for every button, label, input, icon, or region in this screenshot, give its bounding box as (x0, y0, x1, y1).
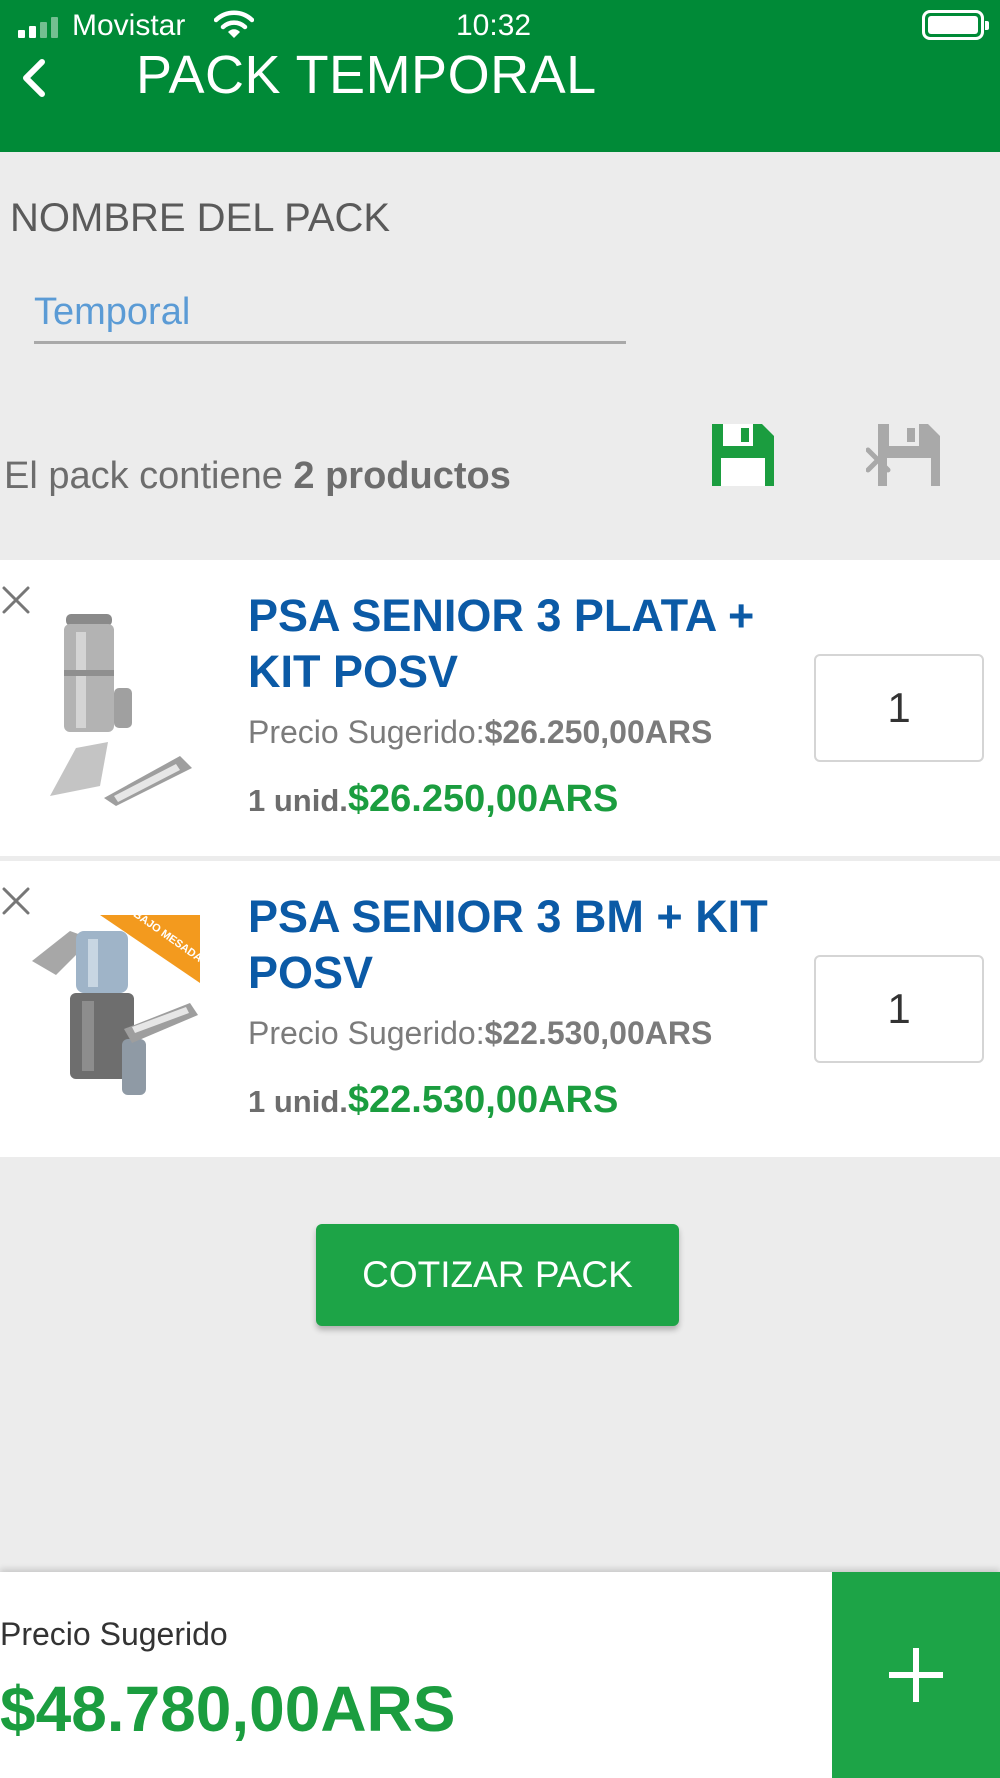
product-name[interactable]: PSA SENIOR 3 PLATA + KIT POSV (248, 588, 808, 700)
floppy-disk-icon (712, 424, 774, 486)
quote-pack-button[interactable]: COTIZAR PACK (316, 1224, 679, 1326)
close-icon (2, 887, 30, 915)
suggested-price: Precio Sugerido:$26.250,00ARS (248, 714, 712, 751)
suggested-price-value: $22.530,00ARS (484, 1015, 713, 1051)
quantity-input[interactable] (814, 654, 984, 762)
product-name[interactable]: PSA SENIOR 3 BM + KIT POSV (248, 889, 808, 1001)
unit-label: 1 unid. (248, 1084, 348, 1119)
save-pack-button[interactable] (708, 420, 778, 490)
total-price: $48.780,00ARS (0, 1673, 456, 1745)
product-image: BAJO MESADA (32, 911, 200, 1095)
page-title: PACK TEMPORAL (136, 45, 597, 105)
unit-price: 1 unid.$22.530,00ARS (248, 1079, 618, 1122)
suggested-price-label: Precio Sugerido: (248, 1015, 485, 1051)
chevron-left-icon (23, 59, 45, 97)
floppy-disk-remove-icon (865, 424, 940, 486)
product-count-text: El pack contiene 2 productos (4, 455, 511, 498)
total-label: Precio Sugerido (0, 1616, 228, 1652)
product-card: BAJO MESADA PSA SENIOR 3 BM + KIT POSV P… (0, 861, 1000, 1157)
suggested-price-label: Precio Sugerido: (248, 714, 485, 750)
battery-icon (922, 10, 989, 40)
unit-price-value: $26.250,00ARS (347, 778, 619, 820)
plus-icon (889, 1648, 943, 1702)
product-card: PSA SENIOR 3 PLATA + KIT POSV Precio Sug… (0, 560, 1000, 856)
product-count-prefix: El pack contiene (4, 455, 283, 497)
signal-icon (18, 16, 58, 38)
unit-label: 1 unid. (248, 783, 348, 818)
suggested-price-value: $26.250,00ARS (484, 714, 713, 750)
product-count-value: 2 productos (293, 455, 511, 497)
remove-product-button[interactable] (0, 885, 32, 917)
quantity-input[interactable] (814, 955, 984, 1063)
status-bar: Movistar 10:32 (0, 0, 1000, 50)
suggested-price: Precio Sugerido:$22.530,00ARS (248, 1015, 712, 1052)
remove-product-button[interactable] (0, 584, 32, 616)
unit-price: 1 unid.$26.250,00ARS (248, 778, 618, 821)
close-icon (2, 586, 30, 614)
pack-name-label: NOMBRE DEL PACK (10, 196, 391, 240)
carrier-name: Movistar (72, 9, 186, 42)
back-button[interactable] (8, 48, 58, 108)
footer-bar: Precio Sugerido $48.780,00ARS (0, 1572, 1000, 1778)
product-image (50, 614, 192, 806)
add-product-button[interactable] (832, 1572, 1000, 1778)
unit-price-value: $22.530,00ARS (347, 1079, 619, 1121)
wifi-icon (214, 10, 254, 38)
app-header: Movistar 10:32 PACK TEMPORAL (0, 0, 1000, 152)
pack-name-input[interactable] (34, 284, 626, 344)
discard-pack-button[interactable] (865, 420, 946, 490)
clock: 10:32 (456, 9, 532, 42)
